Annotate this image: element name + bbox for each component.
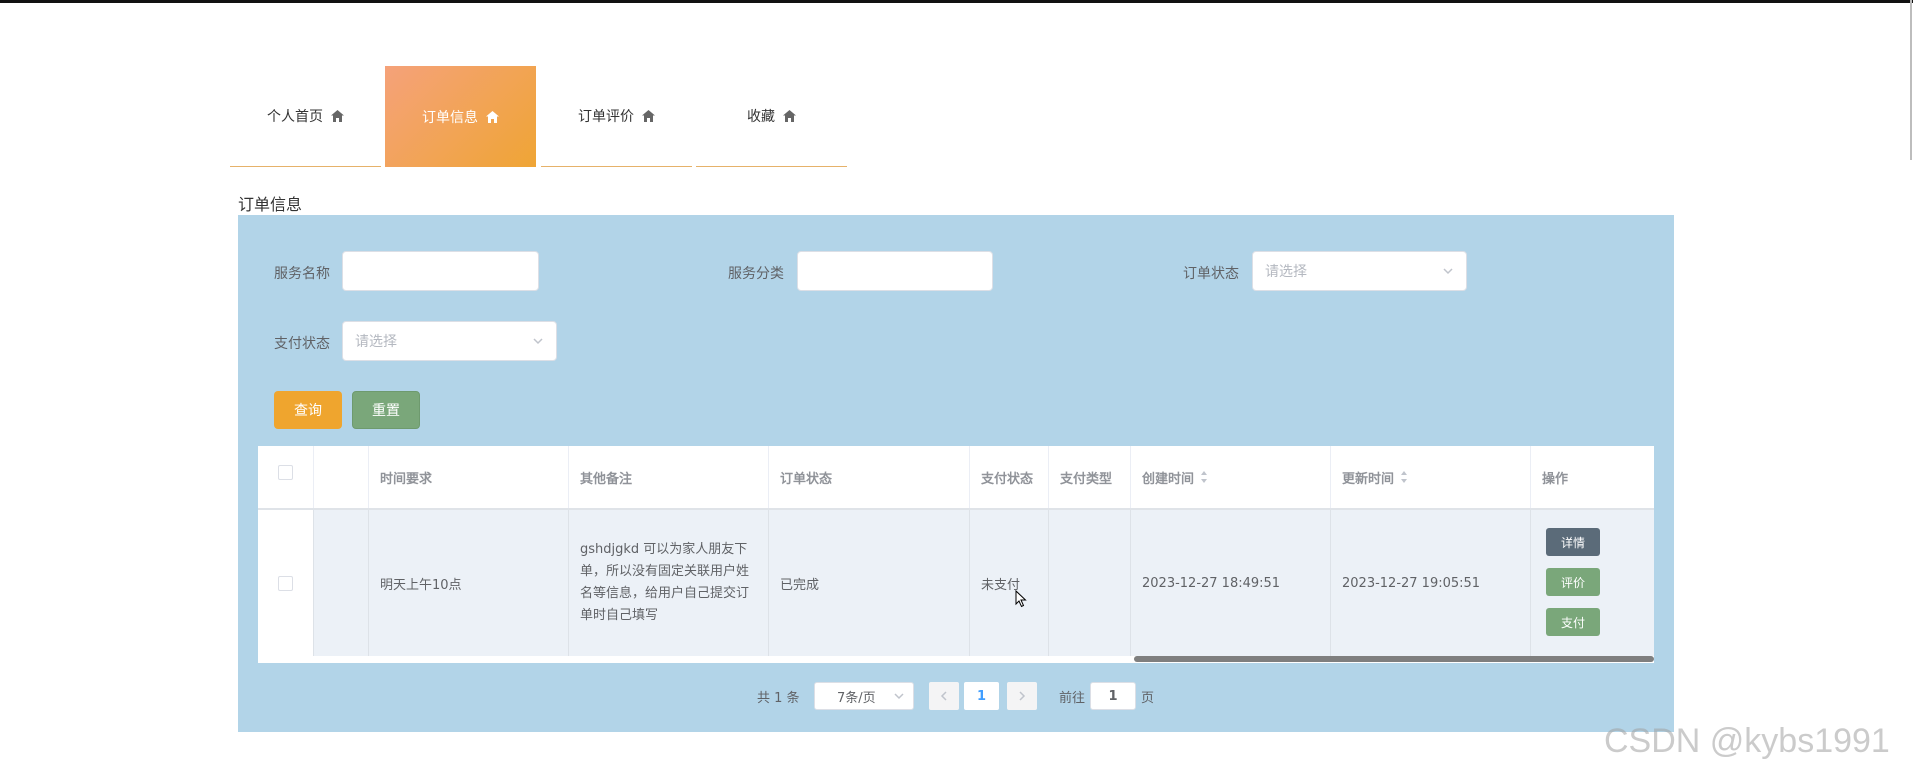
page-scrollbar[interactable] — [1910, 0, 1912, 160]
header-updated[interactable]: 更新时间 — [1331, 446, 1531, 508]
page-suffix-label: 页 — [1141, 691, 1155, 706]
cell-note: gshdjgkd 可以为家人朋友下单，所以没有固定关联用户姓名等信息，给用户自己… — [569, 510, 769, 656]
tab-order-info[interactable]: 订单信息 — [385, 66, 536, 167]
goto-page-input[interactable]: 1 — [1090, 682, 1136, 710]
chevron-down-icon — [1443, 268, 1453, 275]
table-header: 时间要求 其他备注 订单状态 支付状态 支付类型 创建时间 更新时间 操作 — [258, 446, 1654, 510]
reset-button[interactable]: 重置 — [352, 391, 420, 429]
header-created-label: 创建时间 — [1142, 471, 1195, 487]
service-category-label: 服务分类 — [728, 266, 784, 282]
watermark-text: CSDN @kybs1991 — [1604, 722, 1890, 760]
prev-page-button[interactable] — [929, 682, 959, 710]
review-button[interactable]: 评价 — [1546, 568, 1600, 596]
home-icon — [486, 110, 499, 123]
row-checkbox[interactable] — [278, 575, 293, 591]
chevron-down-icon — [894, 693, 904, 700]
tab-label: 订单评价 — [578, 109, 634, 125]
select-placeholder: 请选择 — [1265, 264, 1307, 280]
home-icon — [783, 110, 796, 122]
cell-created: 2023-12-27 18:49:51 — [1131, 510, 1331, 656]
sort-icon[interactable] — [1200, 470, 1208, 484]
row-select-cell — [258, 510, 314, 656]
page-size-value: 7条/页 — [837, 690, 876, 706]
page-size-select[interactable]: 7条/页 — [814, 682, 914, 710]
service-name-input[interactable] — [342, 251, 539, 291]
actions-group: 详情 评价 支付 — [1546, 510, 1600, 656]
cell-pay-type — [1049, 510, 1131, 656]
window-top-border — [0, 0, 1913, 3]
header-updated-label: 更新时间 — [1342, 471, 1395, 487]
pagination-total: 共 1 条 — [757, 691, 800, 706]
pay-button[interactable]: 支付 — [1546, 608, 1600, 636]
home-icon — [331, 110, 344, 122]
pay-status-select[interactable]: 请选择 — [342, 321, 557, 361]
home-icon — [642, 110, 655, 122]
header-pay-status[interactable]: 支付状态 — [970, 446, 1049, 508]
order-status-label: 订单状态 — [1183, 266, 1239, 282]
cell-updated: 2023-12-27 19:05:51 — [1331, 510, 1531, 656]
next-page-button[interactable] — [1007, 682, 1037, 710]
detail-button[interactable]: 详情 — [1546, 528, 1600, 556]
chevron-down-icon — [533, 338, 543, 345]
tab-label: 个人首页 — [267, 109, 323, 125]
cell-order-status: 已完成 — [769, 510, 970, 656]
chevron-left-icon — [940, 691, 947, 701]
table-row: 明天上午10点 gshdjgkd 可以为家人朋友下单，所以没有固定关联用户姓名等… — [258, 510, 1654, 656]
select-all-checkbox[interactable] — [278, 464, 293, 480]
order-status-select[interactable]: 请选择 — [1252, 251, 1467, 291]
header-time-req[interactable]: 时间要求 — [369, 446, 569, 508]
cell-time-req: 明天上午10点 — [369, 510, 569, 656]
tab-label: 订单信息 — [422, 109, 478, 126]
tab-order-review[interactable]: 订单评价 — [541, 66, 692, 167]
service-name-label: 服务名称 — [274, 266, 330, 282]
row-index-cell — [314, 510, 369, 656]
page-number-current[interactable]: 1 — [964, 682, 999, 710]
header-created[interactable]: 创建时间 — [1131, 446, 1331, 508]
mouse-cursor-icon — [1015, 590, 1027, 608]
header-order-status[interactable]: 订单状态 — [769, 446, 970, 508]
header-actions: 操作 — [1542, 471, 1569, 487]
service-category-input[interactable] — [797, 251, 993, 291]
orders-table: 时间要求 其他备注 订单状态 支付状态 支付类型 创建时间 更新时间 操作 明天… — [258, 446, 1654, 663]
pay-status-label: 支付状态 — [274, 336, 330, 352]
tab-personal-home[interactable]: 个人首页 — [230, 66, 381, 167]
header-select-all-cell — [258, 446, 314, 508]
section-title: 订单信息 — [238, 195, 303, 214]
header-index-cell — [314, 446, 369, 508]
header-pay-type[interactable]: 支付类型 — [1049, 446, 1131, 508]
cell-actions: 详情 评价 支付 — [1531, 510, 1654, 656]
header-note[interactable]: 其他备注 — [569, 446, 769, 508]
sort-icon[interactable] — [1400, 470, 1408, 484]
query-button[interactable]: 查询 — [274, 391, 342, 429]
chevron-right-icon — [1019, 691, 1026, 701]
select-placeholder: 请选择 — [355, 334, 397, 350]
tab-favorites[interactable]: 收藏 — [696, 66, 847, 167]
cell-pay-status: 未支付 — [970, 510, 1049, 656]
goto-label: 前往 — [1059, 691, 1086, 706]
tab-label: 收藏 — [747, 109, 775, 125]
table-horizontal-scrollbar[interactable] — [1134, 656, 1654, 662]
